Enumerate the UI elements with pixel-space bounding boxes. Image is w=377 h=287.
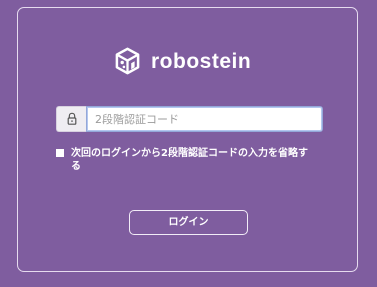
brand-logo: robostein xyxy=(113,46,251,76)
login-button[interactable]: ログイン xyxy=(129,210,248,235)
two-factor-code-input[interactable] xyxy=(86,106,323,132)
brand-name: robostein xyxy=(151,49,252,73)
skip-two-factor-checkbox[interactable] xyxy=(56,149,64,157)
lock-icon xyxy=(67,112,76,125)
skip-two-factor-label: 次回のログインから2段階認証コードの入力を省略する xyxy=(71,148,308,172)
two-factor-code-field xyxy=(56,106,323,132)
robostein-cube-logo-icon xyxy=(115,47,140,75)
code-input-icon-addon xyxy=(56,106,86,132)
skip-two-factor-option[interactable]: 次回のログインから2段階認証コードの入力を省略する xyxy=(56,147,311,173)
